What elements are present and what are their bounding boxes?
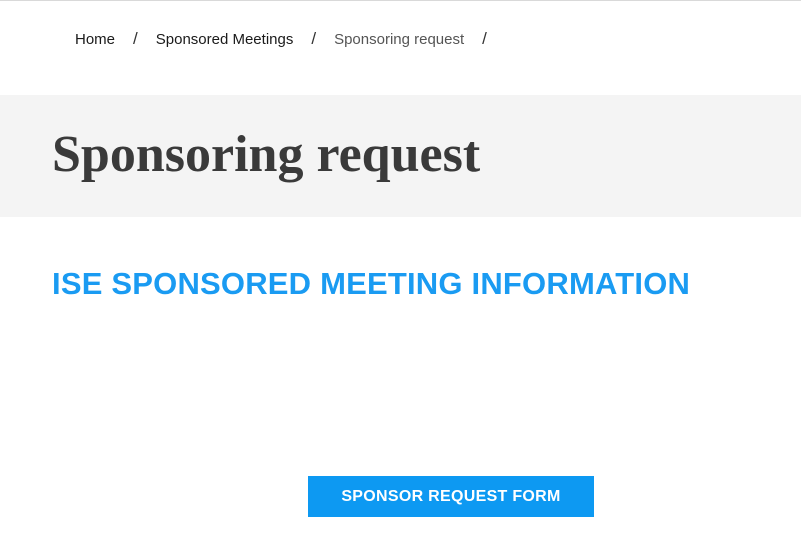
breadcrumb-home-link[interactable]: Home [75,31,115,48]
section-heading: ISE SPONSORED MEETING INFORMATION [52,266,691,301]
breadcrumb-separator: / [133,29,138,48]
breadcrumb-separator: / [311,29,317,48]
breadcrumb-separator: / [482,29,487,48]
sponsor-request-form-button[interactable]: SPONSOR REQUEST FORM [308,476,594,517]
breadcrumb: Home / Sponsored Meetings / Sponsoring r… [75,28,487,50]
breadcrumb-current-page: Sponsoring request [334,30,465,48]
breadcrumb-sponsored-meetings-link[interactable]: Sponsored Meetings [156,31,294,48]
top-divider [0,0,801,1]
page-title: Sponsoring request [52,126,481,183]
